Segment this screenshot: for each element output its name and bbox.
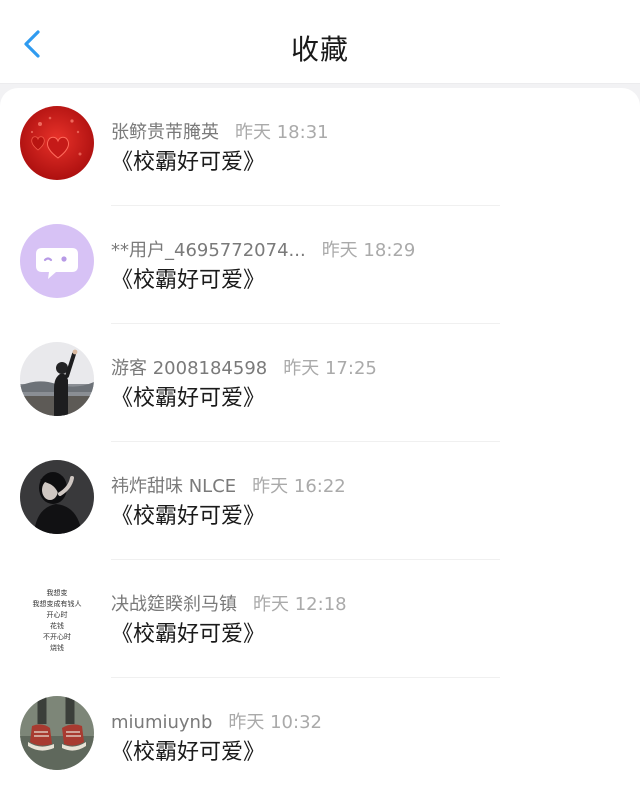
item-meta: miumiuynb 昨天 10:32 (111, 708, 322, 734)
avatar-text-line: 开心时 (46, 611, 68, 619)
purple-chat-bubble-avatar (20, 224, 94, 298)
list-item[interactable]: 祎炸甜味 NLCE 昨天 16:22 《校霸好可爱》 (0, 442, 640, 560)
timestamp: 昨天 18:31 (235, 122, 329, 143)
timestamp: 昨天 17:25 (283, 358, 377, 379)
username[interactable]: 决战筵睽刹马镇 (111, 594, 237, 615)
text-quote-avatar[interactable]: 我想变 我想变成有钱人 开心时 花钱 不开心时 烧钱 (20, 578, 94, 652)
avatar-text-line: 我想变成有钱人 (32, 600, 82, 608)
list-item[interactable]: 我想变 我想变成有钱人 开心时 花钱 不开心时 烧钱 决战筵睽刹马镇 昨天 12:… (0, 560, 640, 678)
favorites-list: 张鲚贵芾腌英 昨天 18:31 《校霸好可爱》 **用户_4695772074..… (0, 88, 640, 786)
list-item[interactable]: miumiuynb 昨天 10:32 《校霸好可爱》 (0, 678, 640, 786)
page-title: 收藏 (290, 33, 349, 66)
avatar[interactable] (20, 106, 94, 180)
timestamp: 昨天 16:22 (252, 476, 346, 497)
item-meta: 祎炸甜味 NLCE 昨天 16:22 (111, 472, 346, 498)
sneakers-avatar (20, 696, 94, 770)
message-text: 《校霸好可爱》 (111, 150, 266, 175)
username[interactable]: **用户_4695772074... (111, 240, 306, 261)
timestamp: 昨天 10:32 (228, 712, 322, 733)
girl-dark-portrait-avatar (20, 460, 94, 534)
item-meta: 张鲚贵芾腌英 昨天 18:31 (111, 118, 329, 144)
red-hearts-avatar (20, 106, 94, 180)
avatar[interactable] (20, 460, 94, 534)
avatar-text-line: 不开心时 (43, 633, 71, 641)
message-text: 《校霸好可爱》 (111, 386, 266, 411)
list-item[interactable]: 游客 2008184598 昨天 17:25 《校霸好可爱》 (0, 324, 640, 442)
top-bar: 收藏 (0, 0, 640, 84)
message-text: 《校霸好可爱》 (111, 268, 266, 293)
avatar[interactable] (20, 342, 94, 416)
avatar[interactable] (20, 696, 94, 770)
username[interactable]: 祎炸甜味 NLCE (111, 476, 236, 497)
avatar-text-line: 烧钱 (50, 644, 64, 652)
item-meta: **用户_4695772074... 昨天 18:29 (111, 236, 415, 262)
item-meta: 游客 2008184598 昨天 17:25 (111, 354, 377, 380)
list-item[interactable]: 张鲚贵芾腌英 昨天 18:31 《校霸好可爱》 (0, 88, 640, 206)
item-meta: 决战筵睽刹马镇 昨天 12:18 (111, 590, 347, 616)
avatar[interactable] (20, 224, 94, 298)
message-text: 《校霸好可爱》 (111, 504, 266, 529)
avatar-text-line: 我想变 (46, 589, 68, 597)
timestamp: 昨天 18:29 (321, 240, 416, 261)
timestamp: 昨天 12:18 (253, 594, 347, 615)
avatar-text-line: 花钱 (50, 622, 64, 630)
username[interactable]: 游客 2008184598 (111, 358, 267, 379)
girl-waving-avatar (20, 342, 94, 416)
username[interactable]: 张鲚贵芾腌英 (111, 122, 219, 143)
list-item[interactable]: **用户_4695772074... 昨天 18:29 《校霸好可爱》 (0, 206, 640, 324)
username[interactable]: miumiuynb (111, 712, 212, 733)
message-text: 《校霸好可爱》 (111, 740, 266, 765)
message-text: 《校霸好可爱》 (111, 622, 266, 647)
